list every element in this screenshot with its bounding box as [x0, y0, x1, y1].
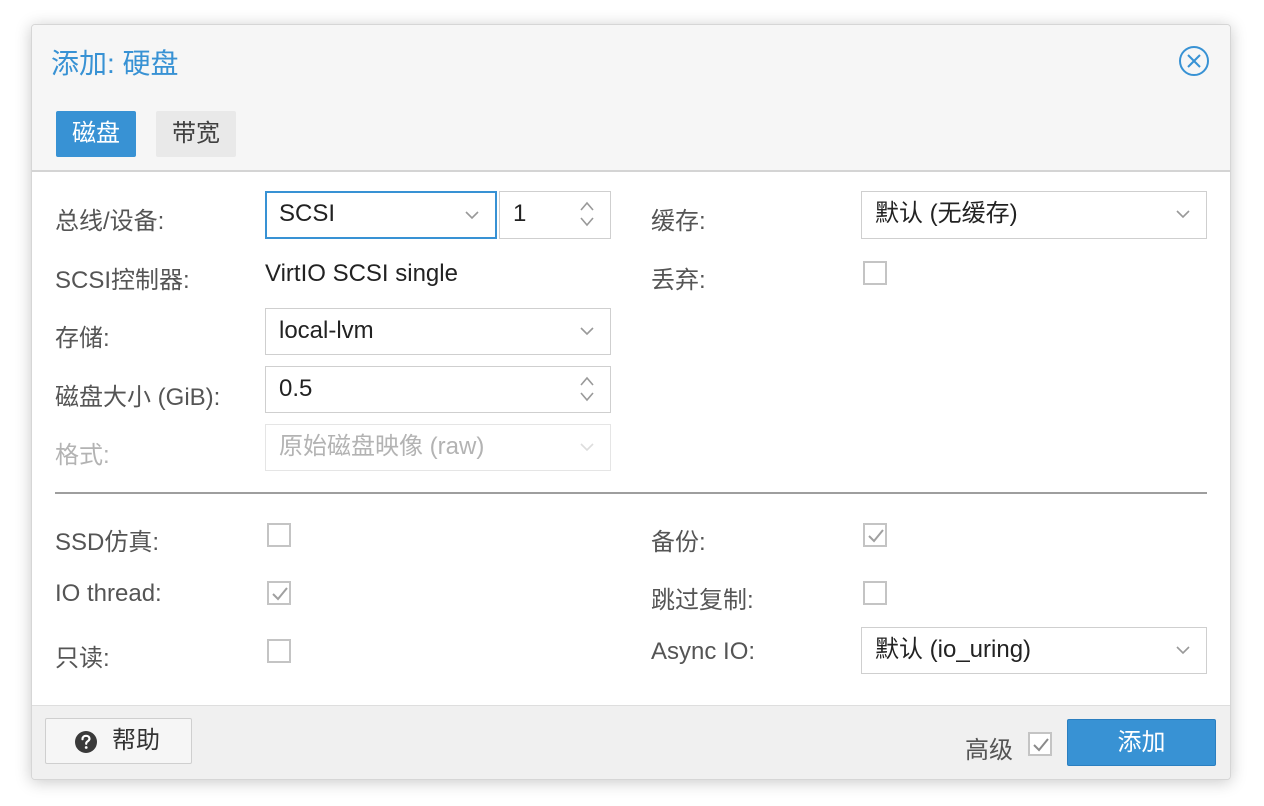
async-io-select-value: 默认 (io_uring)	[875, 636, 1032, 663]
bus-select-value: SCSI	[279, 200, 336, 227]
section-divider	[55, 492, 1207, 494]
tab-disk[interactable]: 磁盘	[56, 111, 136, 157]
ssd-emulation-checkbox[interactable]	[267, 523, 291, 547]
spinner-icon[interactable]	[578, 374, 596, 404]
dialog-footer: 帮助 高级 添加	[32, 705, 1230, 779]
cache-select[interactable]: 默认 (无缓存)	[861, 191, 1207, 239]
scsi-controller-label: SCSI控制器:	[55, 267, 190, 294]
storage-label: 存储:	[55, 325, 110, 352]
discard-label: 丢弃:	[651, 267, 706, 294]
format-select: 原始磁盘映像 (raw)	[265, 424, 611, 471]
checkmark-icon	[272, 587, 288, 601]
tab-bar: 磁盘 带宽	[32, 98, 1230, 172]
checkmark-icon	[868, 529, 884, 543]
cache-label: 缓存:	[651, 208, 706, 235]
disk-size-field[interactable]: 0.5	[265, 366, 611, 413]
bus-device-label: 总线/设备:	[55, 208, 165, 235]
async-io-label: Async IO:	[651, 638, 756, 665]
storage-select-value: local-lvm	[279, 317, 374, 344]
chevron-down-icon	[465, 211, 479, 220]
disk-size-label: 磁盘大小 (GiB):	[55, 384, 221, 411]
dialog-title: 添加: 硬盘	[51, 48, 179, 79]
storage-select[interactable]: local-lvm	[265, 308, 611, 355]
chevron-down-icon	[1176, 646, 1190, 655]
skip-replication-label: 跳过复制:	[651, 587, 754, 614]
format-label: 格式:	[55, 442, 110, 469]
discard-checkbox[interactable]	[863, 261, 887, 285]
checkmark-icon	[1033, 738, 1049, 752]
read-only-checkbox[interactable]	[267, 639, 291, 663]
disk-size-value: 0.5	[279, 375, 313, 402]
backup-checkbox[interactable]	[863, 523, 887, 547]
add-hard-disk-dialog: 添加: 硬盘 磁盘 带宽 总线/设备: SCSI 1 SCSI控制器: Virt…	[31, 24, 1231, 780]
spinner-icon[interactable]	[578, 199, 596, 229]
async-io-select[interactable]: 默认 (io_uring)	[861, 627, 1207, 674]
close-icon[interactable]	[1178, 45, 1210, 77]
device-number-value: 1	[513, 200, 527, 227]
add-button[interactable]: 添加	[1067, 719, 1216, 766]
question-circle-icon	[75, 731, 97, 753]
format-select-value: 原始磁盘映像 (raw)	[279, 433, 485, 460]
help-button-label: 帮助	[112, 727, 160, 754]
chevron-down-icon	[580, 443, 594, 452]
help-button[interactable]: 帮助	[45, 718, 192, 764]
io-thread-label: IO thread:	[55, 580, 162, 607]
device-number-field[interactable]: 1	[499, 191, 611, 239]
skip-replication-checkbox[interactable]	[863, 581, 887, 605]
ssd-emulation-label: SSD仿真:	[55, 529, 160, 556]
advanced-checkbox[interactable]	[1028, 732, 1052, 756]
tab-bandwidth[interactable]: 带宽	[156, 111, 236, 157]
scsi-controller-value: VirtIO SCSI single	[265, 260, 458, 287]
io-thread-checkbox[interactable]	[267, 581, 291, 605]
advanced-label: 高级	[965, 737, 1013, 764]
read-only-label: 只读:	[55, 645, 110, 672]
cache-select-value: 默认 (无缓存)	[875, 200, 1018, 227]
chevron-down-icon	[1176, 210, 1190, 219]
dialog-titlebar: 添加: 硬盘	[32, 25, 1230, 98]
chevron-down-icon	[580, 327, 594, 336]
backup-label: 备份:	[651, 529, 706, 556]
bus-select[interactable]: SCSI	[265, 191, 497, 239]
